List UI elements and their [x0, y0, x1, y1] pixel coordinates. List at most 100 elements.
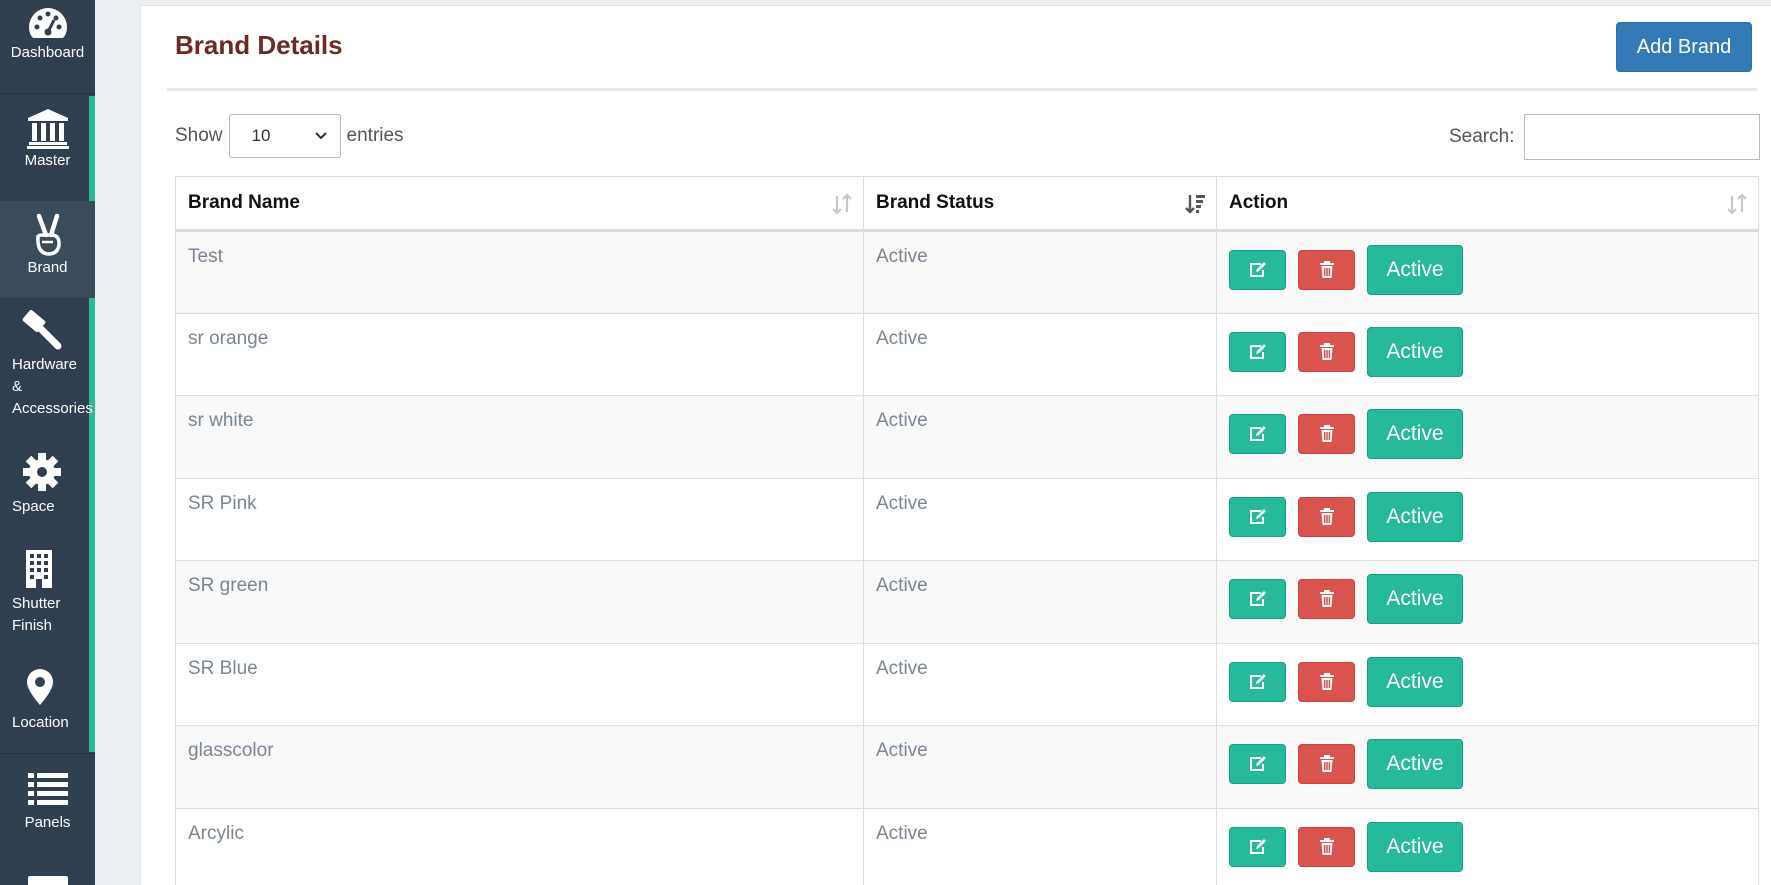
row-actions: Active: [1229, 326, 1746, 377]
brand-status: Active: [876, 740, 928, 761]
column-header-brand-name[interactable]: Brand Name: [175, 176, 864, 232]
brand-status: Active: [876, 822, 928, 844]
entries-label: entries: [346, 125, 404, 146]
brand-status: Active: [876, 492, 928, 514]
building-icon: [26, 550, 52, 588]
column-header-label: Brand Name: [188, 192, 300, 213]
edit-icon: [1249, 262, 1266, 277]
sidebar-item-label: Master: [24, 152, 71, 169]
brand-name: SR green: [188, 575, 269, 596]
dashboard-icon: [28, 8, 67, 38]
trash-icon: [1319, 425, 1334, 442]
delete-button[interactable]: [1298, 331, 1355, 372]
row-actions: Active: [1229, 574, 1746, 624]
edit-button[interactable]: [1229, 496, 1286, 537]
trash-icon: [1319, 342, 1334, 360]
brand-name: Test: [188, 246, 223, 267]
sidebar-item-panels[interactable]: Panels: [0, 753, 95, 843]
brand-status-cell: Active: [863, 725, 1217, 809]
table-row: SR green Active Active: [175, 560, 1759, 644]
sidebar-item-label: Hardware & Accessories: [12, 356, 93, 417]
status-toggle-button[interactable]: Active: [1367, 409, 1463, 459]
action-cell: Active: [1216, 642, 1759, 726]
delete-button[interactable]: [1298, 414, 1355, 454]
add-brand-button[interactable]: Add Brand: [1616, 22, 1752, 72]
edit-button[interactable]: [1229, 414, 1286, 454]
more-icon: [27, 876, 68, 885]
delete-button[interactable]: [1298, 496, 1355, 537]
header-divider: [167, 88, 1757, 91]
status-toggle-button[interactable]: Active: [1367, 491, 1463, 542]
brand-name-cell: sr orange: [175, 312, 864, 396]
sidebar-item-label: Space: [12, 498, 55, 515]
entries-select[interactable]: 10: [228, 114, 341, 158]
brand-status-cell: Active: [863, 807, 1217, 885]
edit-icon: [1249, 756, 1266, 771]
status-toggle-button[interactable]: Active: [1367, 656, 1463, 707]
sidebar-item-dashboard[interactable]: Dashboard: [0, 0, 95, 94]
brand-status: Active: [876, 410, 928, 431]
sort-icon: [832, 193, 852, 215]
search-input[interactable]: [1524, 114, 1761, 160]
action-cell: Active: [1216, 725, 1759, 809]
gear-icon: [23, 453, 61, 491]
column-header-brand-status[interactable]: Brand Status: [863, 176, 1217, 232]
edit-button[interactable]: [1229, 331, 1286, 372]
brand-name: SR Pink: [188, 492, 257, 514]
brand-status: Active: [876, 327, 928, 349]
delete-button[interactable]: [1298, 826, 1355, 867]
sidebar-item-space[interactable]: Space: [0, 452, 95, 542]
action-cell: Active: [1216, 807, 1759, 885]
status-toggle-button[interactable]: Active: [1367, 821, 1463, 872]
action-cell: Active: [1216, 312, 1759, 396]
edit-button[interactable]: [1229, 744, 1286, 784]
edit-button[interactable]: [1229, 579, 1286, 619]
sidebar-item-shutter-finish[interactable]: Shutter Finish: [0, 549, 95, 649]
table-row: SR Pink Active Active: [175, 477, 1759, 561]
table-row: SR Blue Active Active: [175, 642, 1759, 726]
status-toggle-button[interactable]: Active: [1367, 326, 1463, 377]
table-header-row: Brand Name Brand Status Action: [175, 176, 1759, 232]
status-toggle-button[interactable]: Active: [1367, 739, 1463, 789]
search-control: Search:: [1449, 114, 1761, 160]
brand-name-cell: SR Pink: [175, 477, 864, 561]
row-actions: Active: [1229, 409, 1746, 459]
column-header-label: Action: [1229, 192, 1289, 213]
entries-select-value: 10: [251, 126, 271, 145]
sidebar-item-label: Panels: [24, 814, 71, 831]
delete-button[interactable]: [1298, 661, 1355, 702]
entries-length-control: Show 10 entries: [175, 114, 404, 158]
edit-button[interactable]: [1229, 661, 1286, 702]
column-header-action[interactable]: Action: [1216, 176, 1759, 232]
sidebar-item-brand[interactable]: Brand: [0, 201, 95, 298]
trash-icon: [1319, 755, 1334, 772]
delete-button[interactable]: [1298, 744, 1355, 784]
status-toggle-button[interactable]: Active: [1367, 245, 1463, 295]
sidebar-item-location[interactable]: Location: [0, 668, 95, 750]
edit-icon: [1249, 343, 1266, 359]
edit-icon: [1249, 508, 1266, 524]
sidebar-item-label: Dashboard: [10, 44, 85, 61]
row-actions: Active: [1229, 656, 1746, 707]
delete-button[interactable]: [1298, 250, 1355, 290]
brand-status-cell: Active: [863, 395, 1217, 479]
delete-button[interactable]: [1298, 579, 1355, 619]
trash-icon: [1319, 672, 1334, 690]
edit-icon: [1249, 673, 1266, 689]
sidebar-item-master[interactable]: Master: [0, 96, 95, 200]
brand-status-cell: Active: [863, 230, 1217, 314]
sort-desc-icon: [1185, 195, 1205, 214]
hammer-icon: [22, 310, 62, 350]
list-icon: [27, 773, 68, 805]
sidebar-item-hardware-accessories[interactable]: Hardware & Accessories: [0, 310, 95, 430]
edit-button[interactable]: [1229, 826, 1286, 867]
trash-icon: [1319, 590, 1334, 607]
table-row: Arcylic Active Active: [175, 807, 1759, 885]
status-toggle-button[interactable]: Active: [1367, 574, 1463, 624]
brand-status: Active: [876, 575, 928, 596]
edit-button[interactable]: [1229, 250, 1286, 290]
search-label: Search:: [1449, 126, 1515, 147]
sidebar-item-more[interactable]: [0, 876, 95, 885]
trash-icon: [1319, 837, 1334, 855]
edit-icon: [1249, 591, 1266, 606]
